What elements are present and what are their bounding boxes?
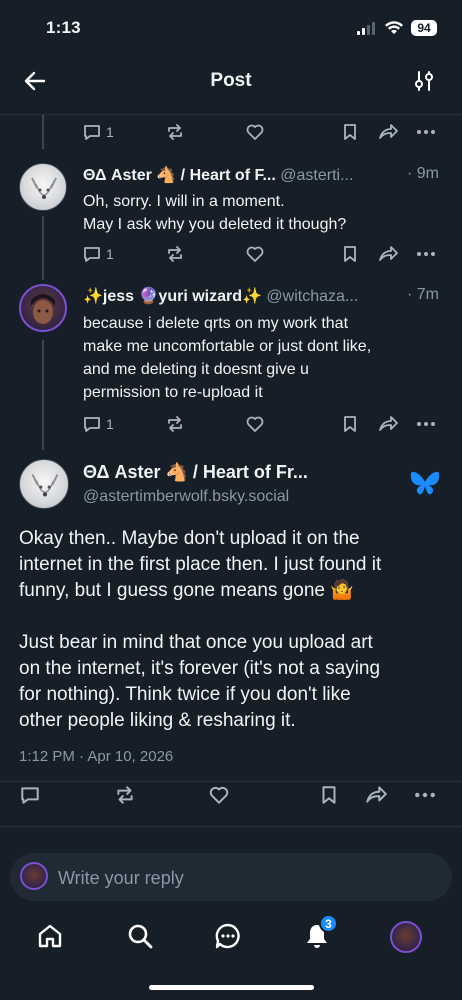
share-icon[interactable] bbox=[364, 784, 388, 806]
display-name[interactable]: ΘΔ Aster 🐴 / Heart of F... bbox=[83, 167, 276, 184]
reply-avatar bbox=[20, 862, 48, 890]
profile-avatar[interactable] bbox=[390, 921, 422, 953]
like-icon[interactable] bbox=[245, 122, 265, 142]
bookmark-icon[interactable] bbox=[340, 122, 360, 142]
more-icon[interactable] bbox=[416, 244, 436, 264]
main-display-name[interactable]: ΘΔ Aster 🐴 / Heart of Fr... bbox=[83, 462, 383, 483]
search-icon[interactable] bbox=[126, 922, 154, 950]
more-icon[interactable] bbox=[414, 784, 436, 806]
reply-count: 1 bbox=[106, 416, 114, 432]
avatar[interactable] bbox=[19, 284, 67, 332]
display-name[interactable]: ✨jess 🔮yuri wizard✨ bbox=[83, 288, 262, 305]
divider bbox=[0, 826, 462, 827]
like-icon[interactable] bbox=[208, 784, 230, 806]
share-icon[interactable] bbox=[377, 122, 399, 142]
main-avatar[interactable] bbox=[19, 459, 69, 509]
bookmark-icon[interactable] bbox=[340, 244, 360, 264]
signal-icon bbox=[357, 22, 375, 35]
repost-icon[interactable] bbox=[165, 122, 185, 142]
post-time: · 7m bbox=[407, 286, 439, 303]
parent-post-actions: 1 bbox=[82, 121, 114, 143]
reply-button[interactable]: 1 bbox=[82, 122, 114, 142]
reply-icon bbox=[84, 247, 100, 262]
header-divider bbox=[0, 114, 462, 115]
divider bbox=[0, 781, 462, 782]
thread-line bbox=[42, 340, 44, 450]
main-post-body: Okay then.. Maybe don't upload it on the… bbox=[19, 528, 382, 731]
repost-icon[interactable] bbox=[165, 414, 185, 434]
handle[interactable]: @witchaza... bbox=[266, 288, 358, 305]
reply-button[interactable]: 1 bbox=[82, 414, 114, 434]
post-header: ✨jess 🔮yuri wizard✨ @witchaza... bbox=[83, 286, 413, 306]
like-icon[interactable] bbox=[245, 244, 265, 264]
reply-count: 1 bbox=[106, 246, 114, 262]
post-body: because i delete qrts on my work that ma… bbox=[83, 315, 372, 401]
repost-icon[interactable] bbox=[114, 784, 136, 806]
home-indicator bbox=[149, 985, 314, 990]
post-timestamp: 1:12 PM · Apr 10, 2026 bbox=[19, 748, 174, 765]
battery-indicator: 94 bbox=[411, 20, 437, 36]
notification-badge: 3 bbox=[319, 914, 338, 933]
filter-sliders-icon[interactable] bbox=[413, 70, 435, 92]
bookmark-icon[interactable] bbox=[318, 784, 340, 806]
repost-icon[interactable] bbox=[165, 244, 185, 264]
share-icon[interactable] bbox=[377, 414, 399, 434]
more-icon[interactable] bbox=[416, 414, 436, 434]
handle[interactable]: @asterti... bbox=[280, 167, 353, 184]
like-icon[interactable] bbox=[245, 414, 265, 434]
bookmark-icon[interactable] bbox=[340, 414, 360, 434]
chat-icon[interactable] bbox=[214, 922, 242, 950]
post-time: · 9m bbox=[407, 165, 439, 182]
reply-count: 1 bbox=[106, 124, 114, 140]
more-icon[interactable] bbox=[416, 122, 436, 142]
page-title: Post bbox=[210, 70, 252, 91]
avatar[interactable] bbox=[19, 163, 67, 211]
bluesky-butterfly-icon[interactable] bbox=[410, 470, 440, 497]
thread-line bbox=[42, 115, 44, 149]
thread-line bbox=[42, 216, 44, 280]
status-time: 1:13 bbox=[46, 18, 81, 37]
wifi-icon bbox=[385, 21, 403, 34]
reply-icon bbox=[84, 417, 100, 432]
post-header: ΘΔ Aster 🐴 / Heart of F... @asterti... bbox=[83, 165, 443, 185]
reply-placeholder: Write your reply bbox=[58, 868, 184, 888]
post-body: Oh, sorry. I will in a moment. May I ask… bbox=[83, 193, 347, 233]
share-icon[interactable] bbox=[377, 244, 399, 264]
main-handle[interactable]: @astertimberwolf.bsky.social bbox=[83, 488, 289, 506]
home-icon[interactable] bbox=[36, 922, 64, 950]
reply-icon[interactable] bbox=[19, 784, 41, 806]
reply-icon bbox=[84, 125, 100, 140]
reply-button[interactable]: 1 bbox=[82, 244, 114, 264]
